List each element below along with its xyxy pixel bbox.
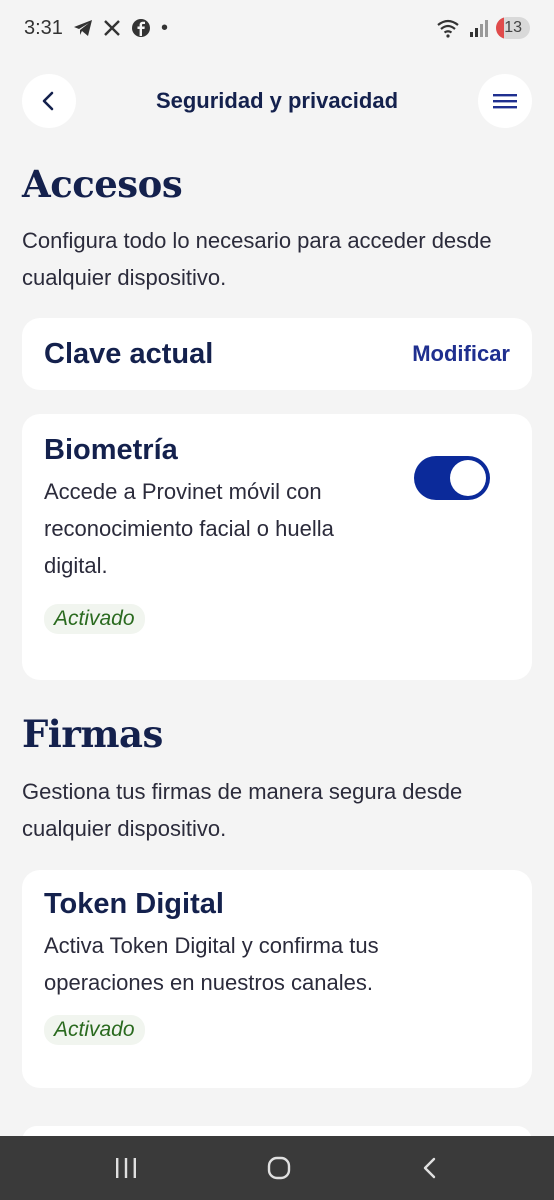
back-icon[interactable] [419,1156,441,1180]
chevron-left-icon [42,91,54,111]
biometria-toggle[interactable] [414,456,490,500]
signal-icon [470,20,489,37]
clave-title: Clave actual [44,337,214,370]
page-title: Seguridad y privacidad [155,88,399,113]
accesos-description: Configura todo lo necesario para acceder… [22,228,492,290]
biometria-card: Biometría Accede a Provinet móvil con re… [22,414,532,680]
back-button[interactable] [22,74,76,128]
menu-button[interactable] [477,74,532,128]
header: Seguridad y privacidad [0,72,554,130]
token-description: Activa Token Digital y confirma tus oper… [44,933,379,995]
system-nav-bar [0,1136,554,1200]
firmas-description: Gestiona tus firmas de manera segura des… [22,779,463,841]
biometria-description: Accede a Provinet móvil con reconocimien… [44,479,334,578]
token-card[interactable]: Token Digital Activa Token Digital y con… [22,870,532,1088]
recents-icon[interactable] [113,1156,139,1180]
battery-icon: 13 [496,17,530,39]
facebook-icon [131,19,150,37]
status-bar: 3:31 • 13 [0,0,554,56]
telegram-icon [73,20,92,36]
status-time: 3:31 [24,16,63,39]
clave-card: Clave actual Modificar [22,318,532,390]
modificar-link[interactable]: Modificar [412,341,510,367]
dot-icon: • [160,16,168,39]
battery-level: 13 [504,19,522,36]
firmas-title: Firmas [22,712,163,756]
token-status-badge: Activado [44,1015,145,1045]
token-title: Token Digital [44,888,224,920]
status-right: 13 [436,17,530,39]
x-icon [104,20,120,36]
toggle-knob [450,460,486,496]
status-left: 3:31 • [24,17,168,40]
wifi-icon [437,19,459,38]
menu-icon [492,94,517,109]
home-icon[interactable] [266,1155,292,1181]
biometria-status-badge: Activado [44,604,145,634]
accesos-title: Accesos [22,162,183,206]
